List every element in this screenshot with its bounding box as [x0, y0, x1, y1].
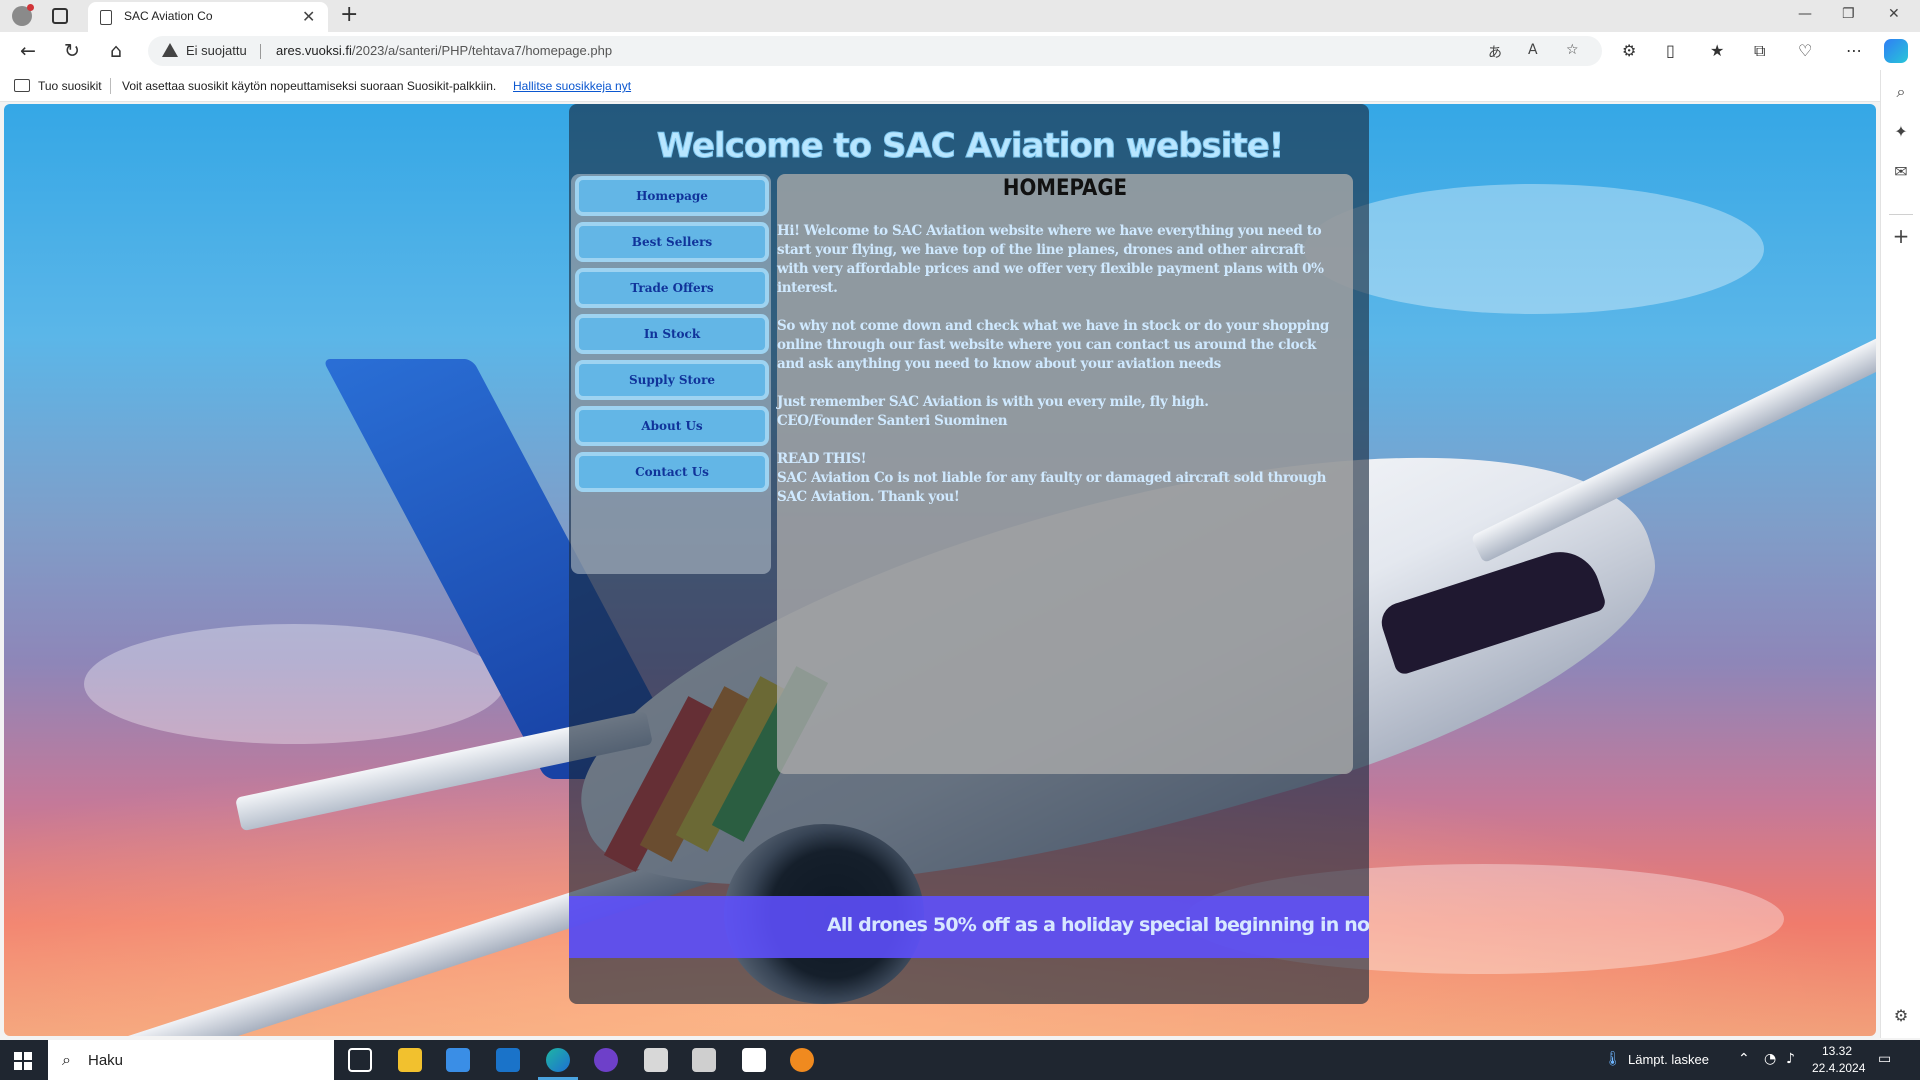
notice-heading: READ THIS!: [777, 451, 867, 467]
wifi-icon[interactable]: ◔: [1764, 1051, 1776, 1067]
favorites-bar: Tuo suosikit Voit asettaa suosikit käytö…: [0, 70, 1880, 102]
clock-date[interactable]: 22.4.2024: [1812, 1061, 1865, 1075]
mail-icon[interactable]: [496, 1048, 520, 1072]
restore-button[interactable]: ❐: [1842, 6, 1855, 22]
github-desktop-icon[interactable]: [594, 1048, 618, 1072]
nav-supply-store[interactable]: Supply Store: [575, 360, 769, 400]
volume-icon[interactable]: ♪: [1786, 1051, 1795, 1067]
address-separator: [260, 44, 261, 59]
new-tab-button[interactable]: +: [340, 2, 358, 27]
tab-strip: SAC Aviation Co ✕ + — ❐ ✕: [0, 0, 1920, 32]
cloud: [84, 624, 504, 744]
home-button[interactable]: ⌂: [104, 40, 128, 62]
blender-icon[interactable]: [790, 1048, 814, 1072]
weather-status[interactable]: Lämpt. laskee: [1628, 1052, 1709, 1067]
favorites-icon[interactable]: ★: [1710, 41, 1724, 60]
tab-title: SAC Aviation Co: [124, 9, 213, 23]
airplane-right-wing: [1470, 334, 1876, 564]
favorites-separator: [110, 78, 111, 94]
taskbar-search-placeholder: Haku: [88, 1052, 124, 1069]
cloud: [1304, 184, 1764, 314]
collections-icon[interactable]: ⧉: [1754, 41, 1765, 61]
nav-about-us[interactable]: About Us: [575, 406, 769, 446]
start-button[interactable]: [14, 1052, 32, 1070]
task-view-icon[interactable]: [348, 1048, 372, 1072]
outlook-icon[interactable]: ✉: [1891, 162, 1911, 182]
nav-menu: Homepage Best Sellers Trade Offers In St…: [571, 174, 771, 574]
page-viewport: Welcome to SAC Aviation website! Homepag…: [4, 104, 1876, 1036]
store-icon[interactable]: [446, 1048, 470, 1072]
page-icon: [100, 10, 112, 25]
refresh-button[interactable]: ↻: [60, 40, 84, 62]
manage-favorites-link[interactable]: Hallitse suosikkeja nyt: [513, 79, 631, 93]
edge-icon[interactable]: [546, 1048, 570, 1072]
terminal-app-icon[interactable]: [742, 1048, 766, 1072]
tray-overflow-icon[interactable]: ⌃: [1738, 1051, 1750, 1067]
import-favorites-icon[interactable]: [14, 79, 30, 92]
url-text[interactable]: ares.vuoksi.fi/2023/a/santeri/PHP/tehtav…: [276, 43, 612, 58]
tab-close-icon[interactable]: ✕: [302, 7, 315, 26]
sidebar-separator: [1889, 214, 1913, 215]
nav-homepage[interactable]: Homepage: [575, 176, 769, 216]
browser-essentials-icon[interactable]: ♡: [1798, 41, 1812, 60]
site-title: Welcome to SAC Aviation website!: [569, 126, 1569, 167]
nav-trade-offers[interactable]: Trade Offers: [575, 268, 769, 308]
tab-sac-aviation[interactable]: SAC Aviation Co ✕: [88, 2, 328, 32]
import-favorites-button[interactable]: Tuo suosikit: [38, 79, 102, 93]
sidebar-settings-icon[interactable]: ⚙: [1891, 1006, 1911, 1026]
favorites-message: Voit asettaa suosikit käytön nopeuttamis…: [122, 79, 497, 93]
content-panel: HOMEPAGE Hi! Welcome to SAC Aviation web…: [777, 174, 1353, 774]
content-title: HOMEPAGE: [1002, 176, 1128, 201]
shopping-paragraph: So why not come down and check what we h…: [777, 318, 1329, 372]
search-icon[interactable]: ⌕: [1891, 82, 1911, 102]
notifications-icon[interactable]: ▭: [1878, 1051, 1891, 1067]
unity-icon[interactable]: [692, 1048, 716, 1072]
nav-in-stock[interactable]: In Stock: [575, 314, 769, 354]
windows-taskbar: ⌕ Haku 🌡 Lämpt. laskee ⌃ ◔ ♪ 13.32 22.4.…: [0, 1040, 1920, 1080]
disclaimer-text: SAC Aviation Co is not liable for any fa…: [777, 470, 1327, 505]
more-menu-icon[interactable]: ⋯: [1846, 41, 1862, 60]
file-explorer-icon[interactable]: [398, 1048, 422, 1072]
close-window-button[interactable]: ✕: [1888, 6, 1900, 22]
search-icon: ⌕: [62, 1050, 71, 1069]
content-body: Hi! Welcome to SAC Aviation website wher…: [777, 222, 1337, 507]
browser-toolbar: ← ↻ ⌂ Ei suojattu ares.vuoksi.fi/2023/a/…: [0, 32, 1920, 70]
unity-hub-icon[interactable]: [644, 1048, 668, 1072]
tab-actions-icon[interactable]: [52, 8, 68, 24]
translate-icon[interactable]: あ: [1488, 42, 1502, 62]
url-host: ares.vuoksi.fi: [276, 43, 352, 58]
promo-marquee: All drones 50% off as a holiday special …: [569, 896, 1369, 958]
motto-line: Just remember SAC Aviation is with you e…: [777, 394, 1209, 410]
weather-thermometer-icon[interactable]: 🌡: [1604, 1051, 1622, 1067]
favorite-star-icon[interactable]: ☆: [1566, 42, 1579, 58]
url-path: /2023/a/santeri/PHP/tehtava7/homepage.ph…: [351, 43, 613, 58]
copilot-icon[interactable]: [1884, 39, 1908, 63]
split-screen-icon[interactable]: ▯: [1666, 41, 1675, 60]
nav-best-sellers[interactable]: Best Sellers: [575, 222, 769, 262]
notification-dot-icon: [27, 4, 34, 11]
signature-line: CEO/Founder Santeri Suominen: [777, 413, 1008, 429]
site-title-text: Welcome to SAC Aviation website!: [656, 126, 1285, 167]
security-status[interactable]: Ei suojattu: [186, 43, 247, 58]
read-aloud-icon[interactable]: A: [1528, 42, 1538, 58]
back-button[interactable]: ←: [16, 40, 40, 62]
intro-paragraph: Hi! Welcome to SAC Aviation website wher…: [777, 223, 1324, 296]
extensions-icon[interactable]: ⚙: [1622, 41, 1636, 60]
promo-marquee-text: All drones 50% off as a holiday special …: [827, 914, 1369, 936]
site-container: Welcome to SAC Aviation website! Homepag…: [569, 104, 1369, 1004]
warning-icon[interactable]: [162, 43, 178, 57]
minimize-button[interactable]: —: [1798, 6, 1812, 22]
edge-sidebar: ⌕ ✦ ✉ + ⚙: [1880, 70, 1920, 1038]
address-bar[interactable]: Ei suojattu ares.vuoksi.fi/2023/a/santer…: [148, 36, 1602, 66]
copilot-app-icon[interactable]: ✦: [1891, 122, 1911, 142]
add-app-icon[interactable]: +: [1891, 224, 1911, 248]
taskbar-search[interactable]: ⌕ Haku: [48, 1040, 334, 1080]
clock-time[interactable]: 13.32: [1822, 1044, 1852, 1058]
nav-contact-us[interactable]: Contact Us: [575, 452, 769, 492]
